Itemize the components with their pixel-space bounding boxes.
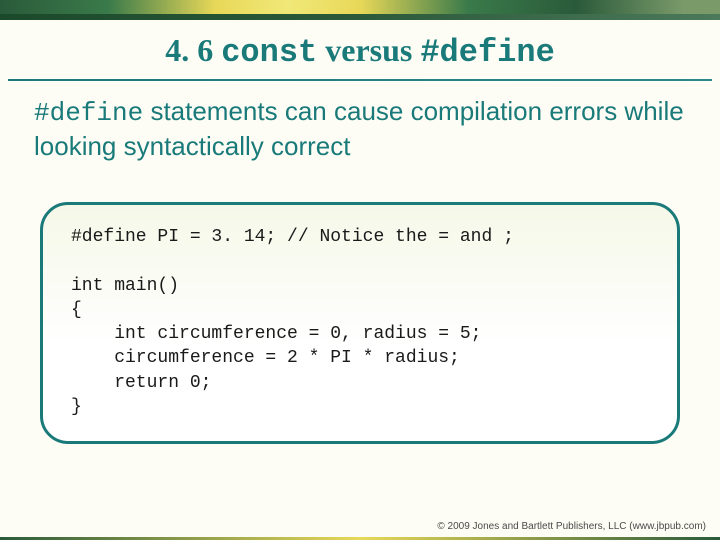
copyright-footer: © 2009 Jones and Bartlett Publishers, LL… <box>437 521 706 532</box>
title-code-const: const <box>221 34 317 71</box>
subtitle-code: #define <box>34 98 143 128</box>
title-prefix: 4. 6 <box>165 32 221 68</box>
slide-subtitle: #define statements can cause compilation… <box>0 95 720 162</box>
code-line-7: } <box>71 397 82 417</box>
title-code-define: #define <box>420 34 554 71</box>
title-divider <box>8 79 712 81</box>
code-line-6: return 0; <box>71 373 211 393</box>
code-line-4: int circumference = 0, radius = 5; <box>71 324 481 344</box>
code-line-5: circumference = 2 * PI * radius; <box>71 348 460 368</box>
code-block: #define PI = 3. 14; // Notice the = and … <box>40 202 680 444</box>
code-line-3: { <box>71 300 82 320</box>
slide-title: 4. 6 const versus #define <box>0 32 720 71</box>
code-line-1: #define PI = 3. 14; // Notice the = and … <box>71 227 514 247</box>
top-banner <box>0 0 720 20</box>
code-line-2: int main() <box>71 276 179 296</box>
title-mid: versus <box>317 32 420 68</box>
